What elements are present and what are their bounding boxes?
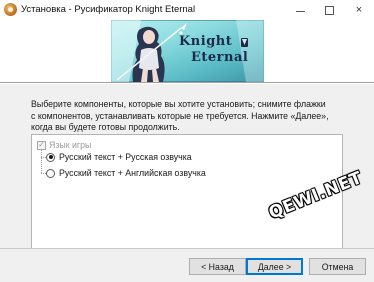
logo-line-1: Knight — [179, 34, 233, 49]
tree-connector — [41, 150, 42, 173]
wizard-page: Выберите компоненты, которые вы хотите у… — [0, 84, 374, 250]
component-group-label: Язык игры — [49, 140, 92, 150]
footer-divider — [0, 248, 374, 249]
window-title: Установка - Русификатор Knight Eternal — [21, 4, 196, 15]
back-button[interactable]: < Назад — [189, 258, 246, 275]
cancel-button[interactable]: Отмена — [309, 258, 366, 275]
close-button[interactable]: × — [344, 0, 374, 20]
radio-unselected-icon[interactable] — [46, 168, 55, 178]
game-logo: Knight Eternal — [179, 34, 248, 66]
next-button[interactable]: Далее > — [246, 258, 303, 275]
component-option-label: Русский текст + Русская озвучка — [59, 152, 192, 162]
component-group-game-language[interactable]: Язык игры — [37, 140, 91, 150]
minimize-icon — [295, 10, 305, 12]
app-icon[interactable] — [4, 3, 17, 16]
minimize-button[interactable] — [285, 0, 315, 20]
game-banner-image: Knight Eternal — [111, 20, 264, 82]
component-option-label: Русский текст + Английская озвучка — [59, 168, 206, 178]
component-option-ru-voice[interactable]: Русский текст + Русская озвучка — [46, 152, 192, 162]
page-description: Выберите компоненты, которые вы хотите у… — [31, 99, 329, 132]
component-option-en-voice[interactable]: Русский текст + Английская озвучка — [46, 168, 206, 178]
maximize-button[interactable] — [314, 0, 344, 20]
title-bar[interactable]: Установка - Русификатор Knight Eternal × — [0, 0, 374, 20]
component-group-checkbox[interactable] — [37, 140, 46, 150]
maximize-icon — [324, 5, 334, 15]
logo-line-2: Eternal — [191, 50, 249, 65]
radio-selected-icon[interactable] — [46, 152, 55, 162]
close-icon: × — [355, 4, 363, 16]
